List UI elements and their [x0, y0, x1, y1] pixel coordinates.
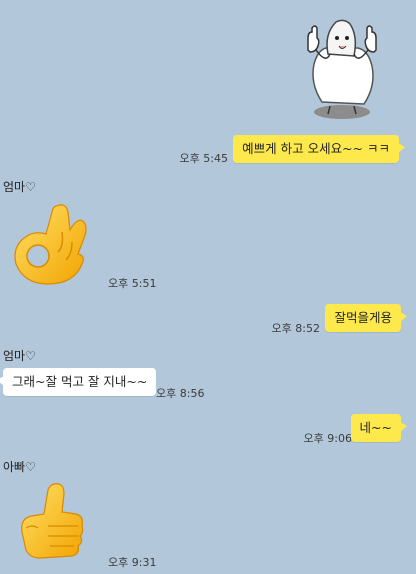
thumbs-up-emoji-icon: [21, 483, 84, 559]
incoming-emoji-message[interactable]: [16, 480, 86, 566]
outgoing-message-bubble[interactable]: 잘먹을게용: [325, 304, 407, 332]
outgoing-message-bubble[interactable]: 네~~: [350, 414, 408, 442]
sender-name: 엄마♡: [3, 180, 36, 194]
sender-name: 아빠♡: [3, 460, 36, 474]
message-time: 오후 9:31: [108, 556, 157, 569]
message-time: 오후 8:52: [271, 322, 320, 335]
message-time: 오후 8:56: [156, 387, 205, 400]
incoming-emoji-message[interactable]: [12, 202, 92, 288]
outgoing-message-bubble[interactable]: 예쁘게 하고 오세요~~ ㅋㅋ: [233, 135, 405, 163]
message-time: 오후 5:51: [108, 277, 157, 290]
outgoing-sticker-message[interactable]: [300, 14, 384, 122]
sender-name: 엄마♡: [3, 349, 36, 363]
ok-hand-emoji-icon: [14, 204, 87, 285]
thumbs-up-character-sticker-icon: [307, 19, 377, 119]
incoming-message-bubble[interactable]: 그래~잘 먹고 잘 지내~~: [0, 368, 157, 396]
message-time: 오후 9:06: [303, 432, 352, 445]
message-time: 오후 5:45: [179, 152, 228, 165]
